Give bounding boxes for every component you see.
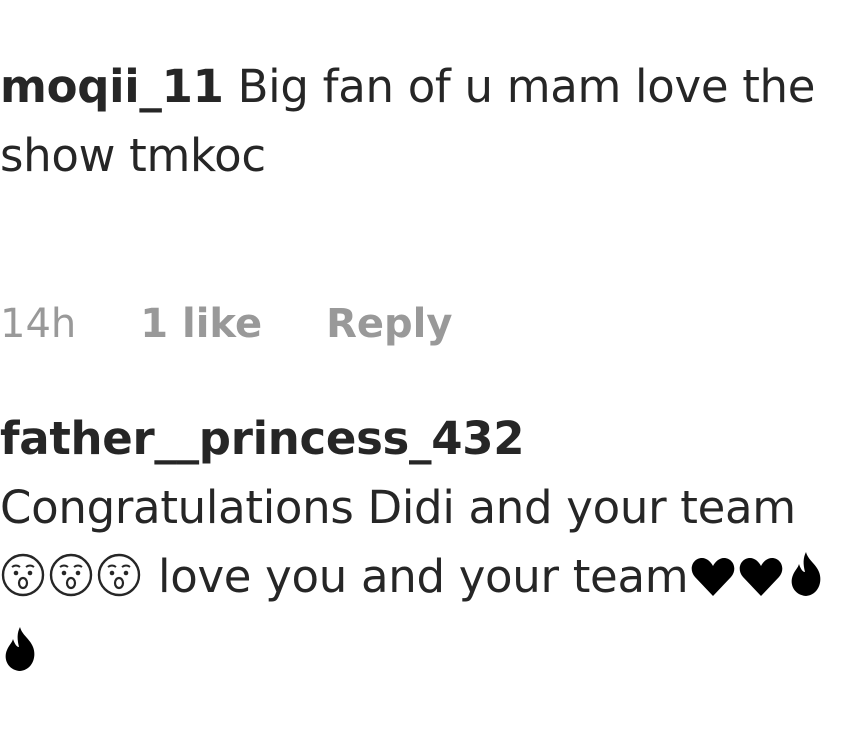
comment-item: father__princess_432 Congratulations Did… bbox=[0, 404, 830, 692]
comment-meta: 14h 1 like Reply bbox=[0, 296, 452, 352]
black-heart-icon bbox=[690, 548, 736, 617]
comment-item: moqii_11 Big fan of u mam love the show … bbox=[0, 52, 830, 347]
comment-body: moqii_11 Big fan of u mam love the show … bbox=[0, 52, 830, 190]
reply-button[interactable]: Reply bbox=[326, 296, 452, 352]
comment-text-part-1: Congratulations Didi and your team bbox=[0, 481, 796, 534]
comment-username[interactable]: moqii_11 bbox=[0, 60, 224, 113]
fire-icon bbox=[0, 623, 40, 692]
comment-text-part-2: love you and your team bbox=[158, 550, 689, 603]
comment-timestamp: 14h bbox=[0, 301, 77, 347]
comment-like-count[interactable]: 1 like bbox=[140, 296, 262, 352]
hushed-face-icon bbox=[48, 548, 94, 617]
hushed-face-icon bbox=[96, 548, 142, 617]
fire-icon bbox=[786, 548, 826, 617]
black-heart-icon bbox=[738, 548, 784, 617]
comment-username[interactable]: father__princess_432 bbox=[0, 412, 525, 465]
hushed-face-icon bbox=[0, 548, 46, 617]
comment-body: father__princess_432 Congratulations Did… bbox=[0, 404, 830, 692]
